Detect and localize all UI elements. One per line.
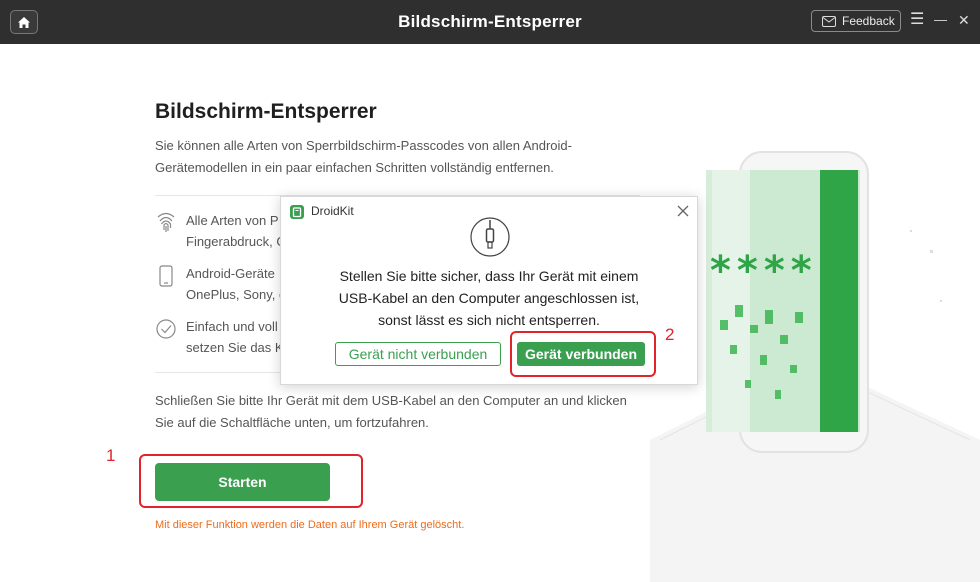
feature-text: Einfach und voll bbox=[186, 319, 278, 334]
dialog-message-line: sonst lässt es sich nicht entsperren. bbox=[378, 312, 600, 328]
highlight-box-start bbox=[139, 454, 363, 508]
step-number-2: 2 bbox=[665, 325, 675, 344]
step-number-1: 1 bbox=[106, 446, 116, 465]
feature-text: OnePlus, Sony, e bbox=[186, 287, 286, 302]
phone-icon bbox=[159, 265, 173, 287]
feedback-button[interactable]: Feedback bbox=[811, 10, 901, 32]
dialog-title: DroidKit bbox=[311, 204, 354, 218]
feature-text: Android-Geräte bbox=[186, 266, 275, 281]
minimize-icon[interactable]: — bbox=[934, 11, 947, 29]
dialog-message: Stellen Sie bitte sicher, dass Ihr Gerät… bbox=[291, 265, 687, 331]
password-mask-text: **** bbox=[710, 248, 818, 294]
feature-text: Fingerabdruck, G bbox=[186, 234, 286, 249]
highlight-box-connected bbox=[510, 331, 656, 377]
dialog-message-line: USB-Kabel an den Computer angeschlossen … bbox=[338, 290, 640, 306]
menu-icon[interactable]: ☰ bbox=[910, 11, 924, 29]
instruction-line: Sie auf die Schaltfläche unten, um fortz… bbox=[155, 415, 429, 430]
instruction-line: Schließen Sie bitte Ihr Gerät mit dem US… bbox=[155, 393, 627, 408]
close-icon[interactable] bbox=[675, 203, 691, 219]
page-description: Sie können alle Arten von Sperrbildschir… bbox=[155, 135, 625, 179]
usb-cable-icon bbox=[470, 217, 510, 257]
dialog-message-line: Stellen Sie bitte sicher, dass Ihr Gerät… bbox=[339, 268, 639, 284]
description-line: Gerätemodellen in ein paar einfachen Sch… bbox=[155, 160, 554, 175]
feature-text: Alle Arten von P bbox=[186, 213, 279, 228]
data-loss-warning: Mit dieser Funktion werden die Daten auf… bbox=[155, 519, 465, 531]
feedback-label: Feedback bbox=[842, 14, 895, 28]
fingerprint-icon bbox=[157, 212, 175, 232]
description-line: Sie können alle Arten von Sperrbildschir… bbox=[155, 138, 572, 153]
instruction-text: Schließen Sie bitte Ihr Gerät mit dem US… bbox=[155, 390, 655, 434]
feature-text: setzen Sie das K bbox=[186, 340, 284, 355]
check-circle-icon bbox=[156, 319, 176, 339]
page-title: Bildschirm-Entsperrer bbox=[155, 100, 377, 123]
droidkit-logo-icon bbox=[290, 205, 304, 219]
title-bar: Bildschirm-Entsperrer Feedback ☰ — ✕ bbox=[0, 0, 980, 44]
mail-icon bbox=[822, 15, 836, 27]
close-window-icon[interactable]: ✕ bbox=[958, 11, 970, 29]
device-not-connected-button[interactable]: Gerät nicht verbunden bbox=[335, 342, 501, 366]
